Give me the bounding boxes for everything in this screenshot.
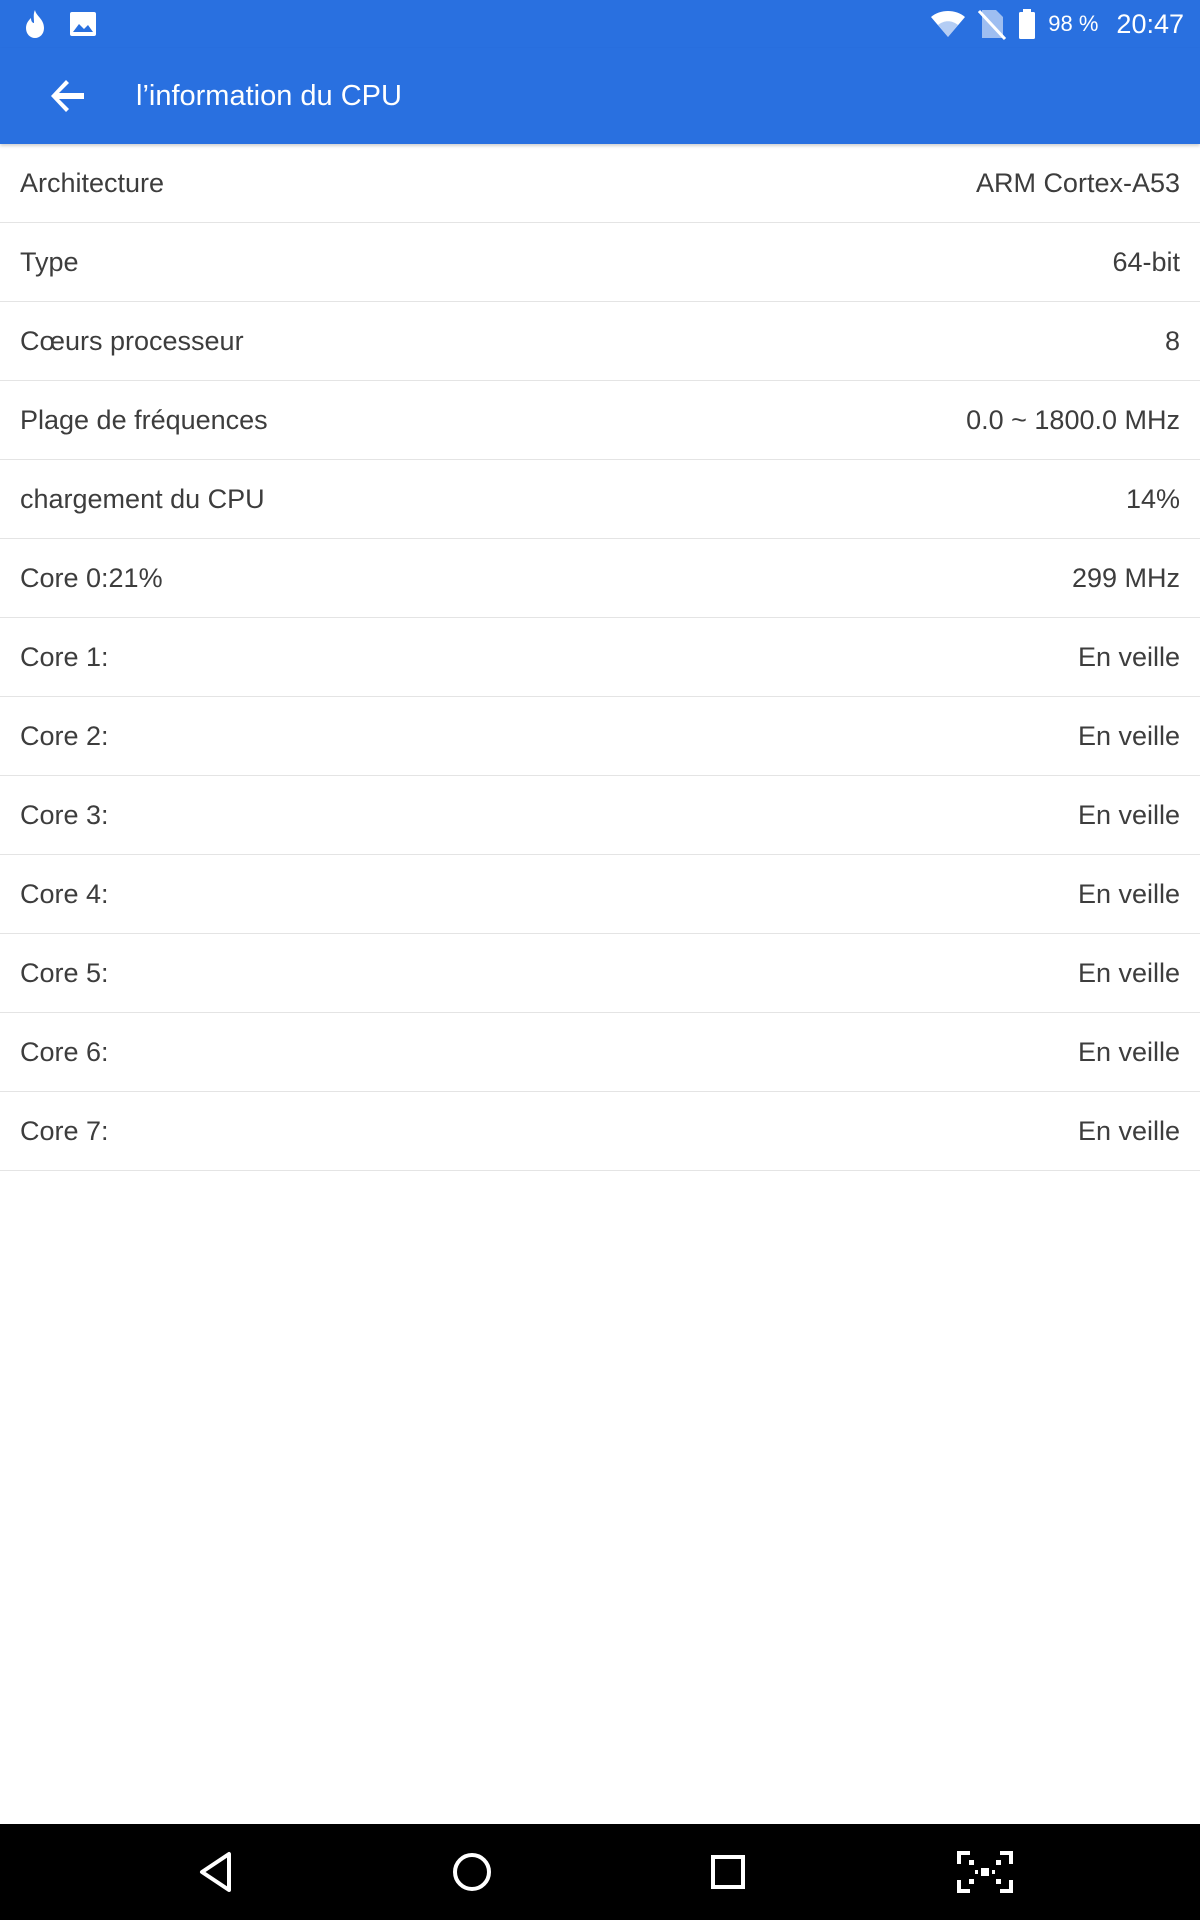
back-triangle-icon (196, 1850, 236, 1894)
row-label: Core 3: (20, 799, 109, 830)
row-value: En veille (1077, 799, 1180, 830)
row-value: En veille (1077, 1115, 1180, 1146)
arrow-back-icon (48, 76, 88, 116)
info-row-core-6: Core 6: En veille (0, 1013, 1200, 1092)
row-label: Core 1: (20, 641, 109, 672)
info-row-cpu-load: chargement du CPU 14% (0, 460, 1200, 539)
row-value: 8 (1164, 325, 1180, 356)
info-row-type: Type 64-bit (0, 223, 1200, 302)
row-value: En veille (1077, 957, 1180, 988)
row-value: En veille (1077, 720, 1180, 751)
battery-percentage: 98 % (1048, 11, 1099, 36)
row-label: Core 7: (20, 1115, 109, 1146)
info-row-core-4: Core 4: En veille (0, 855, 1200, 934)
no-sim-icon (978, 8, 1007, 40)
row-value: En veille (1077, 1036, 1180, 1067)
screenshot-icon (956, 1850, 1014, 1894)
status-left-icons (20, 8, 98, 40)
home-circle-icon (451, 1851, 493, 1893)
info-row-core-5: Core 5: En veille (0, 934, 1200, 1013)
battery-icon (1018, 8, 1036, 40)
row-value: En veille (1077, 641, 1180, 672)
row-value: 0.0 ~ 1800.0 MHz (966, 404, 1180, 435)
row-label: Core 4: (20, 878, 109, 909)
row-label: chargement du CPU (20, 483, 265, 514)
row-value: 299 MHz (1071, 562, 1180, 593)
info-row-cores: Cœurs processeur 8 (0, 302, 1200, 381)
nav-home-button[interactable] (442, 1842, 502, 1902)
nav-back-button[interactable] (186, 1842, 246, 1902)
row-label: Type (20, 246, 79, 277)
navigation-bar (0, 1824, 1200, 1920)
nav-recents-button[interactable] (698, 1842, 758, 1902)
clock: 20:47 (1116, 8, 1184, 39)
info-row-core-3: Core 3: En veille (0, 776, 1200, 855)
row-value: 14% (1125, 483, 1180, 514)
info-row-core-1: Core 1: En veille (0, 618, 1200, 697)
row-label: Core 5: (20, 957, 109, 988)
status-bar: 98 % 20:47 (0, 0, 1200, 48)
row-label: Core 6: (20, 1036, 109, 1067)
back-button[interactable] (40, 68, 96, 124)
row-label: Cœurs processeur (20, 325, 244, 356)
info-row-core-2: Core 2: En veille (0, 697, 1200, 776)
recents-square-icon (709, 1853, 747, 1891)
app-bar: l’information du CPU (0, 48, 1200, 144)
info-row-core-7: Core 7: En veille (0, 1092, 1200, 1171)
cpu-info-list: Architecture ARM Cortex-A53 Type 64-bit … (0, 144, 1200, 1171)
row-label: Architecture (20, 167, 165, 198)
row-label: Core 2: (20, 720, 109, 751)
info-row-core-0: Core 0:21% 299 MHz (0, 539, 1200, 618)
info-row-architecture: Architecture ARM Cortex-A53 (0, 144, 1200, 223)
page-title: l’information du CPU (136, 80, 402, 112)
info-row-frequency-range: Plage de fréquences 0.0 ~ 1800.0 MHz (0, 381, 1200, 460)
row-value: En veille (1077, 878, 1180, 909)
row-value: 64-bit (1112, 246, 1180, 277)
nav-screenshot-button[interactable] (955, 1842, 1015, 1902)
image-icon (68, 10, 98, 38)
status-right-icons: 98 % 20:47 (930, 6, 1184, 42)
wifi-icon (930, 9, 966, 39)
row-value: ARM Cortex-A53 (975, 167, 1180, 198)
row-label: Core 0:21% (20, 562, 163, 593)
row-label: Plage de fréquences (20, 404, 268, 435)
flame-icon (20, 8, 50, 40)
